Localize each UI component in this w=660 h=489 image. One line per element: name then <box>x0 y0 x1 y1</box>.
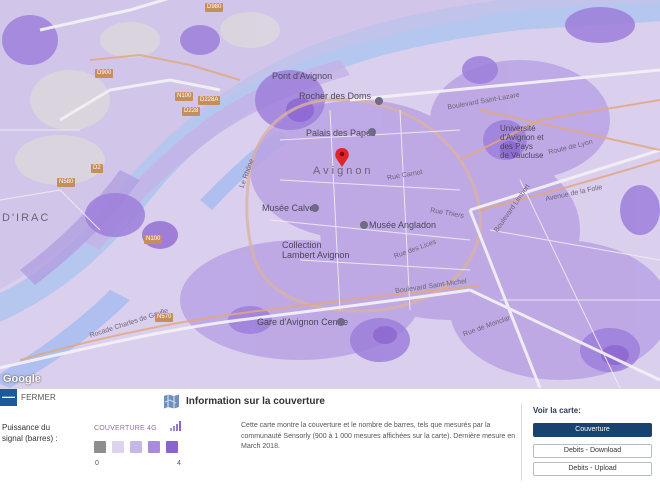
close-bar[interactable]: — FERMER <box>0 389 64 406</box>
poi-marker-rocher[interactable] <box>375 97 383 105</box>
road-tag-n100-a: N100 <box>175 92 194 101</box>
road-tag-n570: N570 <box>155 313 174 322</box>
city-label: Avignon <box>313 165 374 177</box>
info-title: Information sur la couverture <box>186 396 325 407</box>
coverage-description: Cette carte montre la couverture et le n… <box>241 422 516 450</box>
legend-min-label: 0 <box>95 460 99 467</box>
road-tag-n100-b: N100 <box>144 235 163 244</box>
signal-strength-label: Puissance du signal (barres) : <box>2 423 58 443</box>
road-tag-d2: D2 <box>91 164 103 173</box>
couverture-button[interactable]: Couverture <box>533 423 652 437</box>
road-tag-d900: D900 <box>95 69 114 78</box>
info-panel: — FERMER Information sur la couverture P… <box>0 388 660 489</box>
legend-title: COUVERTURE 4G <box>94 425 157 432</box>
upload-speed-button[interactable]: Debits - Upload <box>533 462 652 476</box>
voir-title: Voir la carte: <box>533 406 581 415</box>
poi-marker-calvet[interactable] <box>311 204 319 212</box>
legend-max-label: 4 <box>177 460 181 467</box>
poi-marker-gare[interactable] <box>337 318 345 326</box>
map-view-selector: Voir la carte: Couverture Debits - Downl… <box>521 403 660 481</box>
road-tag-d980: D980 <box>205 3 224 12</box>
road-tag-n580: N580 <box>57 178 76 187</box>
legend-swatches <box>94 441 184 453</box>
legend-swatch-3 <box>148 441 160 453</box>
road-tag-d228a: D228A <box>198 96 221 105</box>
download-speed-button[interactable]: Debits - Download <box>533 444 652 458</box>
poi-marker-angladon[interactable] <box>360 221 368 229</box>
close-icon[interactable]: — <box>0 389 17 406</box>
poi-marker-palais[interactable] <box>368 128 376 136</box>
close-label[interactable]: FERMER <box>21 393 56 402</box>
legend-swatch-0 <box>94 441 106 453</box>
coverage-map[interactable]: Avignon Pont d'Avignon Rocher des Doms P… <box>0 0 660 388</box>
app-root: Avignon Pont d'Avignon Rocher des Doms P… <box>0 0 660 489</box>
map-canvas[interactable] <box>0 0 660 388</box>
legend-swatch-4 <box>166 441 178 453</box>
road-tag-d228: D228 <box>182 107 201 116</box>
map-icon <box>164 394 179 409</box>
legend-swatch-2 <box>130 441 142 453</box>
legend-swatch-1 <box>112 441 124 453</box>
google-logo: Google <box>3 373 41 385</box>
info-header: Information sur la couverture <box>163 394 325 409</box>
signal-bars-icon <box>170 421 181 431</box>
